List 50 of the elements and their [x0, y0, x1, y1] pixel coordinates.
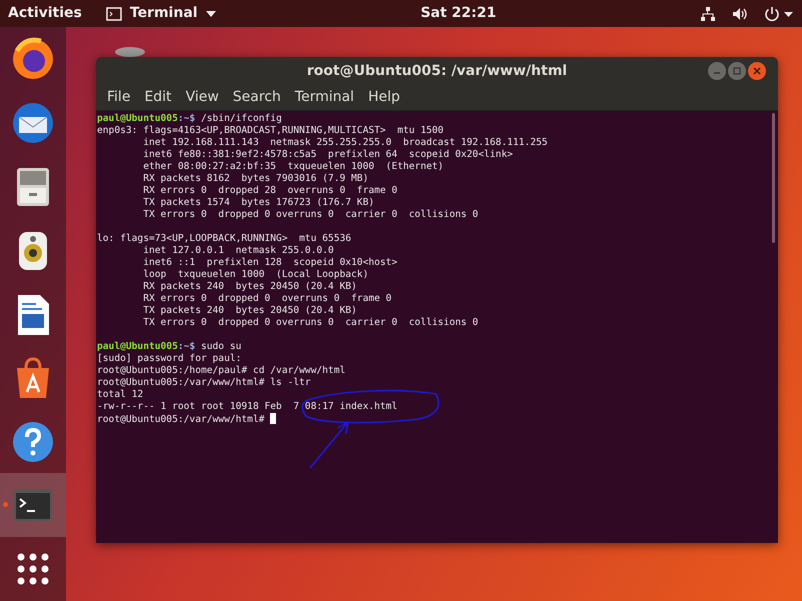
app-menu[interactable]: Terminal: [106, 3, 216, 24]
window-title: root@Ubuntu005: /var/www/html: [306, 62, 568, 80]
menu-item[interactable]: Terminal: [288, 87, 362, 108]
network-icon: [700, 6, 716, 22]
maximize-button[interactable]: [728, 62, 746, 80]
terminal-line: paul@Ubuntu005:~$ /sbin/ifconfig: [97, 113, 282, 125]
terminal-line: TX packets 1574 bytes 176723 (176.7 KB): [142, 197, 374, 209]
close-button[interactable]: [748, 62, 766, 80]
terminal-line: loop txqueuelen 1000 (Local Loopback): [142, 269, 368, 281]
terminal-line: root@Ubuntu005:/var/www/html#: [97, 413, 276, 425]
volume-icon: [732, 6, 748, 22]
menu-item[interactable]: Search: [226, 87, 288, 108]
menu-item[interactable]: Edit: [137, 87, 179, 108]
terminal-line: inet 127.0.0.1 netmask 255.0.0.0: [142, 245, 334, 257]
terminal-line: inet6 ::1 prefixlen 128 scopeid 0x10<host>: [142, 257, 398, 269]
power-icon: [764, 6, 794, 22]
terminal-line: ether 08:00:27:a2:bf:35 txqueuelen 1000 (Ethernet): [142, 161, 444, 173]
terminal-line: TX errors 0 dropped 0 overruns 0 carrier 0 collisions 0: [142, 317, 478, 329]
terminal-line: TX errors 0 dropped 0 overruns 0 carrier 0 collisions 0: [142, 209, 478, 221]
clock[interactable]: Sat 22:21: [420, 3, 496, 24]
terminal-line: TX packets 240 bytes 20450 (20.4 KB): [142, 305, 357, 317]
browser-icon[interactable]: [11, 36, 55, 81]
drive-icon[interactable]: [114, 46, 146, 58]
terminal-line: RX errors 0 dropped 0 overruns 0 frame 0: [142, 293, 392, 305]
scrollbar[interactable]: [772, 113, 775, 243]
help-icon[interactable]: [11, 420, 55, 464]
mail-icon[interactable]: [11, 100, 55, 145]
minimize-button[interactable]: [708, 62, 726, 80]
terminal-line: [sudo] password for paul:: [97, 353, 242, 365]
terminal-line: RX packets 8162 bytes 7903016 (7.9 MB): [142, 173, 368, 185]
caret-icon: [206, 10, 216, 16]
menu-item[interactable]: File: [100, 87, 138, 108]
terminal-line: root@Ubuntu005:/var/www/html# ls -ltr: [97, 377, 311, 389]
system-menu[interactable]: [700, 6, 794, 22]
terminal-line: RX errors 0 dropped 28 overruns 0 frame 0: [142, 185, 398, 197]
terminal-line: root@Ubuntu005:/home/paul# cd /var/www/html: [97, 365, 346, 377]
activities-button[interactable]: Activities: [8, 3, 82, 24]
terminal-line: inet 192.168.111.143 netmask 255.255.255.0 broadcast 192.168.111.255: [142, 137, 548, 149]
maximize-icon: [733, 67, 741, 75]
terminal-line: total 12: [97, 389, 144, 401]
terminal-line: -rw-r--r-- 1 root root 10918 Feb 7 08:17 index.html: [97, 401, 398, 413]
terminal-line: RX packets 240 bytes 20450 (20.4 KB): [142, 281, 357, 293]
terminal-line: paul@Ubuntu005:~$ sudo su: [97, 341, 242, 353]
terminal-icon: [106, 6, 122, 20]
close-icon: [753, 67, 761, 75]
menu-item[interactable]: View: [178, 87, 226, 108]
menu-item[interactable]: Help: [361, 87, 407, 108]
terminal-line: enp0s3: flags=4163<UP,BROADCAST,RUNNING,MULTICAST> mtu 1500: [97, 125, 444, 137]
terminal-line: lo: flags=73<UP,LOOPBACK,RUNNING> mtu 65536: [97, 233, 352, 245]
terminal-line: inet6 fe80::381:9ef2:4578:c5a5 prefixlen 64 scopeid 0x20<link>: [142, 149, 513, 161]
